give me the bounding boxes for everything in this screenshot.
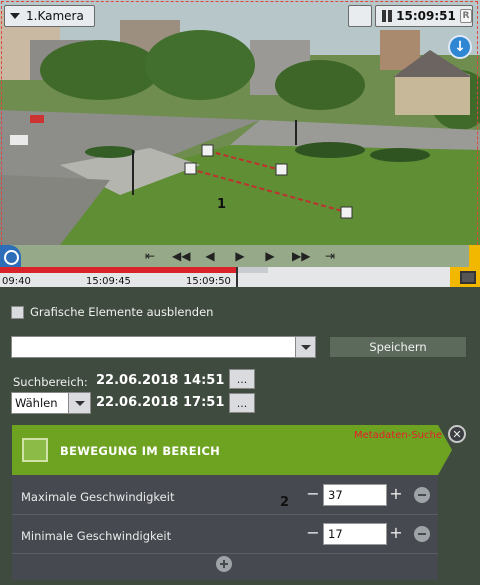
camera-scene — [0, 0, 480, 268]
playback-controls: ⇤ ◀◀ ◀ ▶ ▶ ▶▶ ⇥ — [0, 245, 480, 267]
hide-graphics-label: Grafische Elemente ausblenden — [30, 305, 214, 319]
timeline-buffer — [238, 267, 268, 273]
monitor-icon[interactable] — [450, 267, 480, 287]
step-forward-icon[interactable]: ▶ — [262, 249, 278, 263]
save-button[interactable]: Speichern — [329, 336, 467, 358]
range-preset-value: Wählen — [15, 396, 58, 410]
chevron-down-icon — [10, 13, 20, 19]
clock-icon[interactable] — [0, 245, 21, 268]
rule-title: BEWEGUNG IM BEREICH — [60, 444, 221, 458]
from-time[interactable]: 14:51 — [183, 373, 224, 388]
timeline-played — [0, 267, 238, 273]
to-time[interactable]: 17:51 — [183, 395, 224, 410]
decrement-button[interactable]: − — [306, 525, 320, 541]
playback-time[interactable]: 15:09:51 R — [375, 5, 473, 27]
download-icon[interactable]: ↓ — [448, 35, 472, 59]
step-back-icon[interactable]: ◀ — [202, 249, 218, 263]
min-speed-input[interactable]: 17 — [323, 523, 387, 545]
range-preset-select[interactable]: Wählen — [11, 392, 91, 414]
timeline-tick: 09:40 — [2, 276, 31, 287]
max-speed-input[interactable]: 37 — [323, 484, 387, 506]
add-condition-icon[interactable] — [216, 556, 232, 572]
camera-label: 1.Kamera — [26, 9, 84, 23]
min-speed-label: Minimale Geschwindigkeit — [21, 529, 172, 543]
to-picker-button[interactable]: ... — [229, 393, 255, 413]
query-select[interactable] — [11, 336, 316, 358]
hide-graphics-checkbox[interactable] — [11, 305, 24, 319]
from-picker-button[interactable]: ... — [229, 369, 255, 389]
record-badge[interactable]: R — [459, 9, 472, 23]
close-icon[interactable]: ✕ — [448, 425, 466, 443]
timeline-tick: 15:09:45 — [86, 276, 131, 287]
timeline[interactable]: 09:40 15:09:45 15:09:50 — [0, 267, 480, 287]
search-range-label: Suchbereich: — [13, 375, 88, 389]
from-date[interactable]: 22.06.2018 — [96, 373, 178, 388]
prev-event-icon[interactable]: ⇤ — [142, 249, 158, 263]
export-frame-button[interactable] — [348, 5, 372, 27]
increment-button[interactable]: + — [389, 525, 403, 541]
next-event-icon[interactable]: ⇥ — [322, 249, 338, 263]
chevron-down-icon[interactable] — [295, 337, 315, 357]
min-speed-row: Minimale Geschwindigkeit − 17 + — [12, 516, 438, 554]
rewind-icon[interactable]: ◀◀ — [172, 249, 190, 263]
remove-condition-icon[interactable] — [414, 487, 430, 503]
video-viewport[interactable]: 1.Kamera 15:09:51 R ↓ 1 ⇤ ◀◀ ◀ ▶ ▶ ▶▶ ⇥ — [0, 0, 480, 268]
metadata-search-label: Metadaten-Suche — [354, 430, 442, 441]
decrement-button[interactable]: − — [306, 486, 320, 502]
motion-rule-card: BEWEGUNG IM BEREICH Metadaten-Suche Maxi… — [12, 425, 452, 580]
max-speed-label: Maximale Geschwindigkeit — [21, 490, 175, 504]
hide-graphics-option[interactable]: Grafische Elemente ausblenden — [11, 305, 213, 319]
zone-marker-1: 1 — [217, 197, 227, 212]
pause-icon[interactable] — [381, 10, 393, 22]
chevron-down-icon[interactable] — [68, 393, 90, 413]
zone-icon — [22, 438, 48, 462]
camera-selector[interactable]: 1.Kamera — [4, 5, 95, 27]
remove-condition-icon[interactable] — [414, 526, 430, 542]
increment-button[interactable]: + — [389, 486, 403, 502]
zone-marker-2: 2 — [280, 495, 290, 510]
playback-time-value: 15:09:51 — [396, 9, 456, 23]
to-date[interactable]: 22.06.2018 — [96, 395, 178, 410]
play-icon[interactable]: ▶ — [232, 249, 248, 263]
fast-forward-icon[interactable]: ▶▶ — [292, 249, 310, 263]
max-speed-row: Maximale Geschwindigkeit 2 − 37 + — [12, 477, 438, 515]
alarm-indicator — [469, 245, 480, 268]
timeline-tick: 15:09:50 — [186, 276, 231, 287]
timeline-cursor[interactable] — [236, 267, 238, 287]
